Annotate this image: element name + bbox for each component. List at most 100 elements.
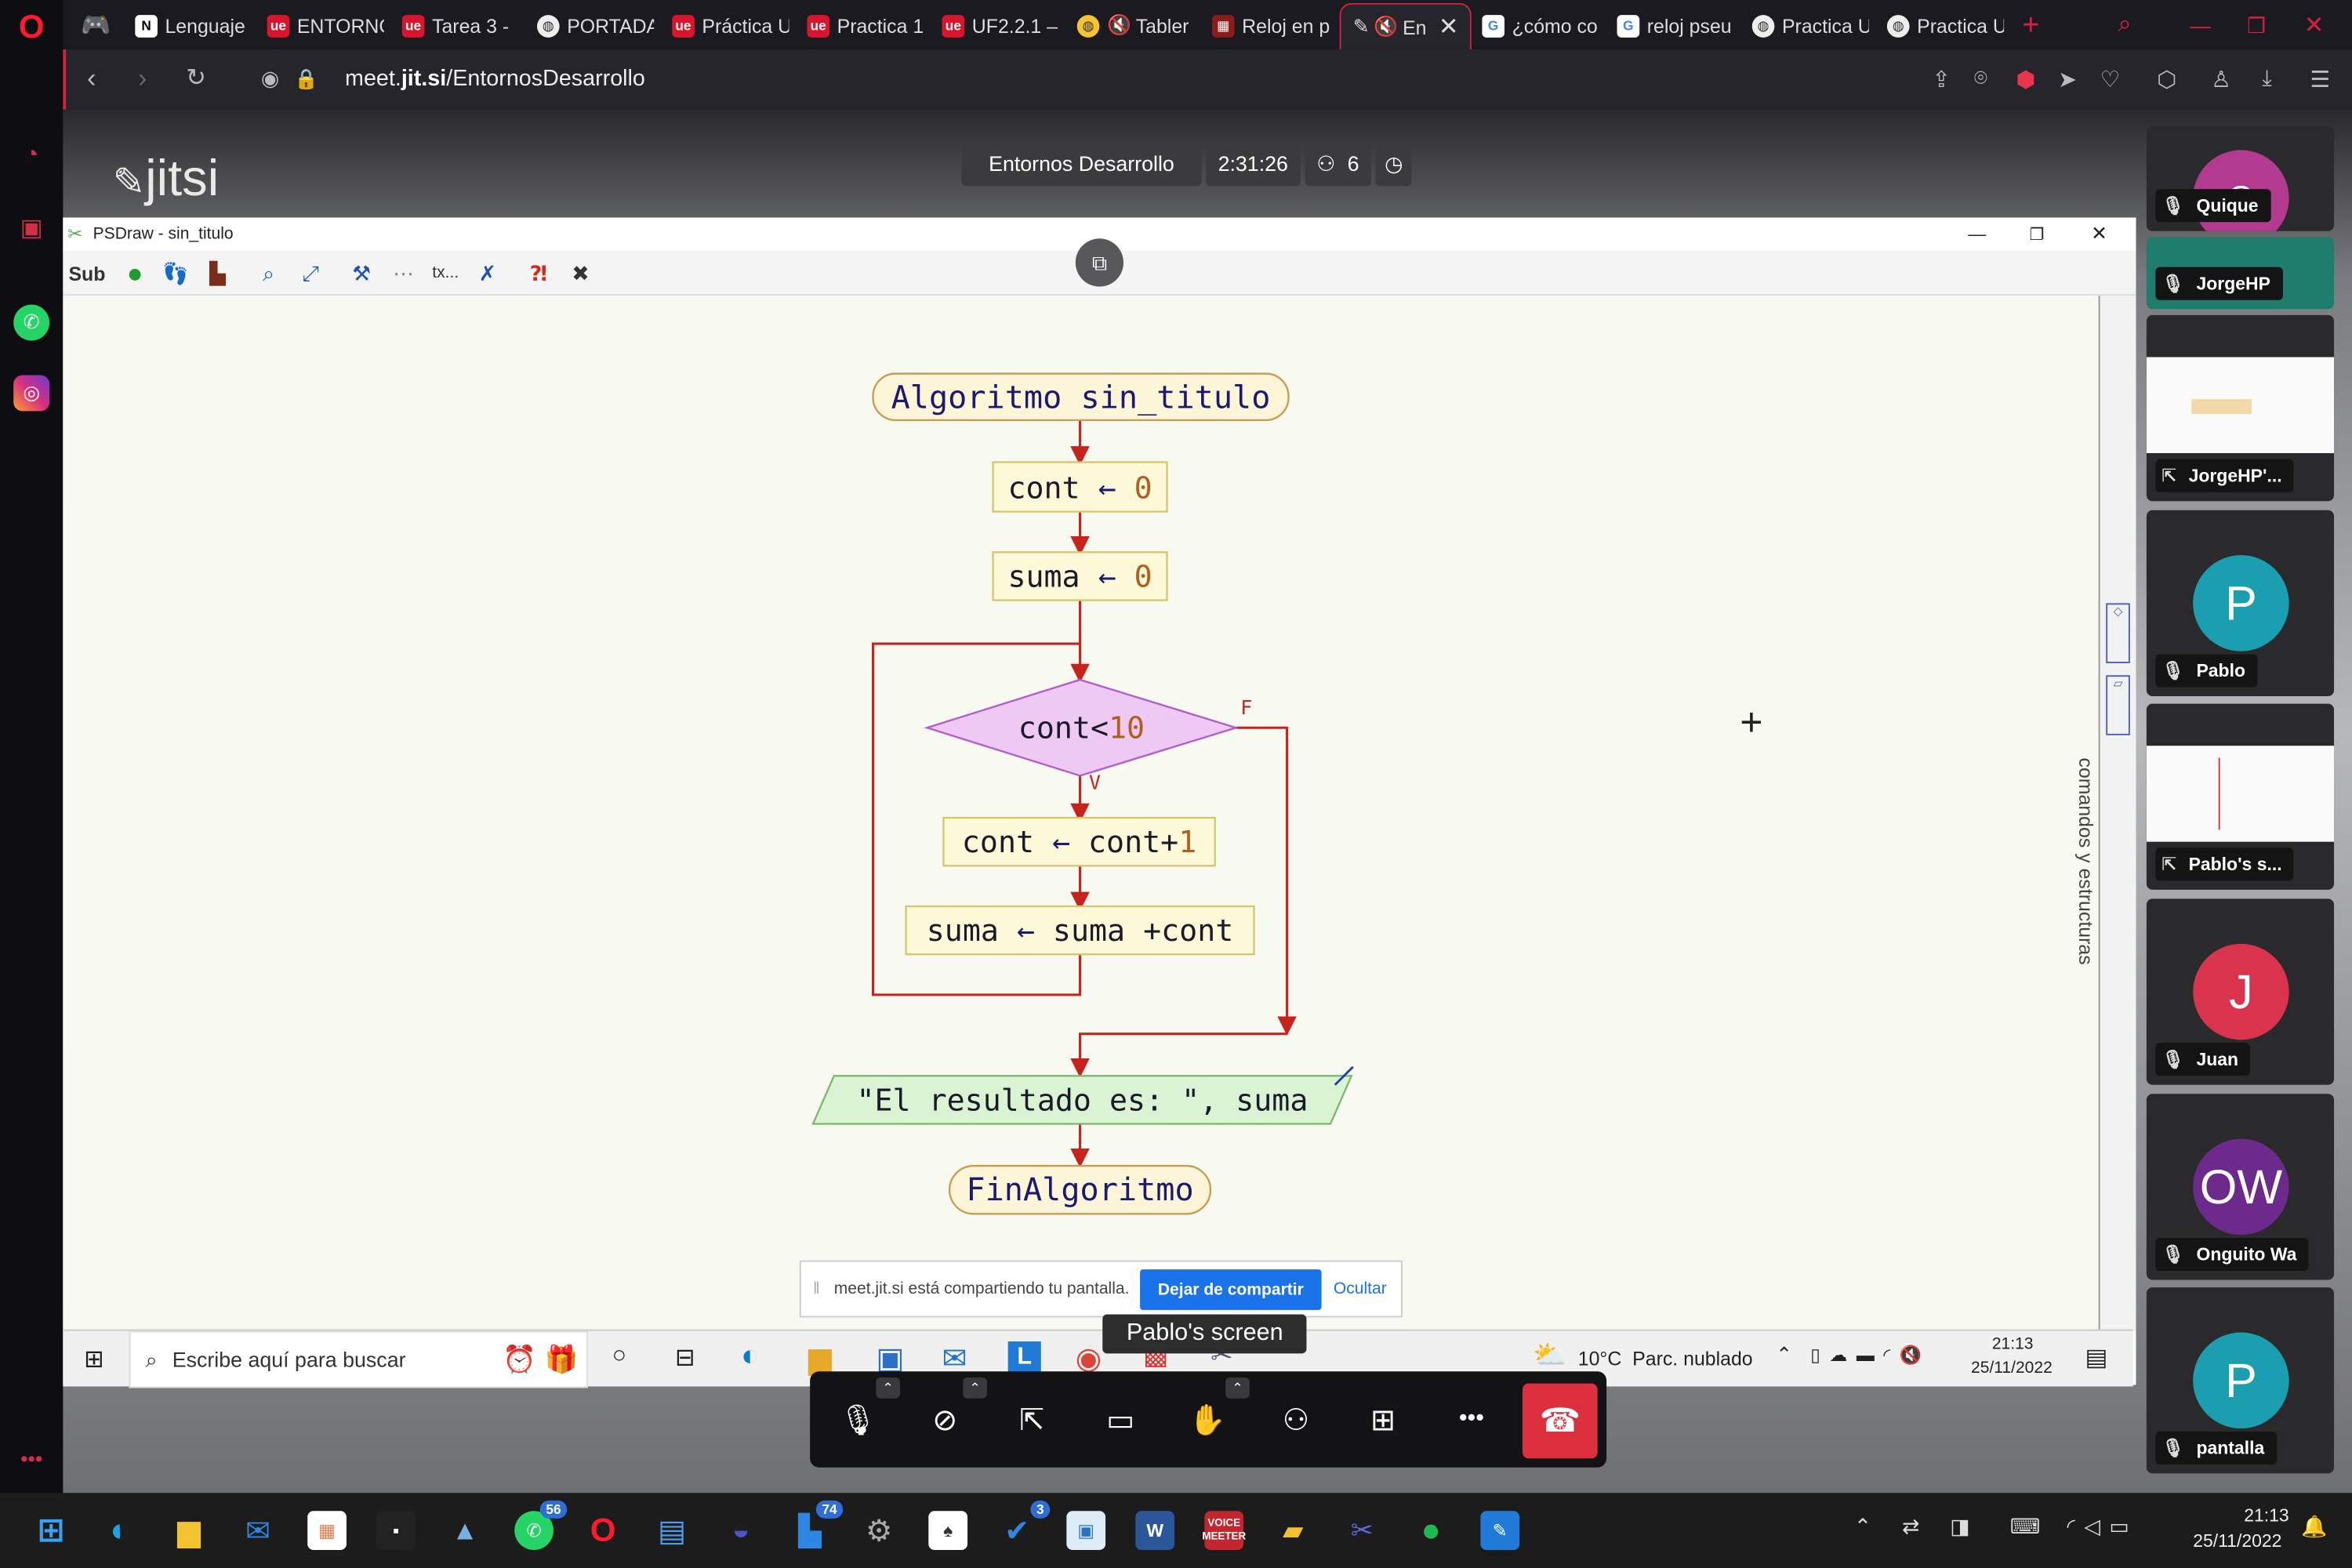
lock-icon[interactable]: 🔒 (294, 67, 318, 92)
sub-tool[interactable]: Sub (67, 256, 107, 289)
whatsapp-icon[interactable]: ✆ (13, 304, 50, 341)
windows-start-icon[interactable]: ⊞ (84, 1345, 104, 1374)
psdraw-icon[interactable]: ✂ (1342, 1511, 1381, 1550)
tray-chevron-icon[interactable]: ⌃ (1854, 1514, 1871, 1540)
photos-icon[interactable]: ▲ (445, 1511, 485, 1550)
tab-12[interactable]: ◍ Practica U (1751, 6, 1869, 45)
restore-icon[interactable]: ❐ (2247, 6, 2266, 45)
tab-6[interactable]: ue UF2.2.1 – (942, 6, 1059, 45)
tab-0[interactable]: N Lenguaje (135, 6, 252, 45)
close-window-icon[interactable]: ✕ (2304, 6, 2325, 45)
teams-icon[interactable]: ▙ 74 (790, 1500, 844, 1550)
stop-sharing-button[interactable]: Dejar de compartir (1140, 1269, 1322, 1310)
vpn-icon[interactable]: ◉ (261, 66, 279, 92)
tab-gx-icon[interactable]: 🎮 (81, 6, 111, 45)
mute-mic-icon[interactable]: 🎙 (837, 1399, 880, 1441)
fit-icon[interactable]: ⤢ (294, 256, 327, 289)
reload-icon[interactable]: ↻ (186, 63, 206, 93)
taskbar-search[interactable]: ⌕ Escribe aquí para buscar ⏰ 🎁 (129, 1330, 588, 1388)
commands-panel[interactable]: ◇ ▱ (2098, 296, 2136, 1331)
reactions-options-icon[interactable]: ⌃ (1225, 1377, 1250, 1399)
pseint-icon[interactable]: ▰ (1273, 1511, 1312, 1550)
url-field[interactable]: meet.jit.si/EntornosDesarrollo (345, 66, 645, 92)
io-mini-icon[interactable]: ▱ (2106, 675, 2130, 735)
instagram-icon[interactable]: ◎ (13, 375, 50, 412)
send-icon[interactable]: ➤ (2058, 66, 2077, 93)
folder-icon[interactable]: ▆ (169, 1511, 209, 1550)
participant-tile[interactable]: 🎙 JorgeHP (2146, 237, 2335, 310)
eclipse-icon[interactable]: ◒ (721, 1511, 760, 1550)
settings-icon[interactable]: ⚙ (859, 1511, 898, 1550)
network-volume-battery-icons[interactable]: ◜◁▭ (2067, 1514, 2138, 1540)
keyboard-icon[interactable]: ⌨ (2010, 1514, 2041, 1540)
notifications-icon[interactable]: ▤ (2085, 1343, 2107, 1373)
speed-dial-icon[interactable]: ◔ (13, 138, 49, 174)
tile-view-icon[interactable]: ⊞ (1362, 1399, 1404, 1441)
participants-indicator[interactable]: ⚇ 6 (1305, 140, 1371, 187)
help-icon[interactable]: ⁈ (522, 256, 555, 289)
edge-icon[interactable]: ◐ (100, 1511, 140, 1550)
tab-5[interactable]: ue Practica 1 (807, 6, 924, 45)
adblock-icon[interactable]: ⬢ (2016, 66, 2035, 93)
notepad-icon[interactable]: ▤ (652, 1511, 691, 1550)
comment-icon[interactable]: ⋯ (387, 256, 420, 289)
forward-icon[interactable]: › (138, 63, 147, 94)
account-icon[interactable]: ♙ (2211, 66, 2231, 93)
hangup-button[interactable]: ☎ (1522, 1383, 1598, 1459)
tab-10[interactable]: G ¿cómo co (1482, 6, 1599, 45)
heart-icon[interactable]: ♡ (2100, 66, 2121, 93)
task-view-icon[interactable]: ⊟ (675, 1343, 695, 1373)
tab-11[interactable]: Greloj pseu (1617, 6, 1733, 45)
tab-8[interactable]: ▦ Reloj en p (1211, 6, 1332, 45)
tray-icons[interactable]: ▯☁▬◜🔇 (1810, 1345, 1930, 1366)
audio-options-icon[interactable]: ⌃ (876, 1377, 900, 1399)
notification-bell-icon[interactable]: 🔔 (2301, 1514, 2327, 1540)
remote-icon[interactable]: ▣ (1066, 1511, 1106, 1551)
connection-indicator[interactable]: ◷ (1375, 140, 1412, 187)
more-icon[interactable]: ••• (13, 1440, 49, 1476)
tab-2[interactable]: ue Tarea 3 - (401, 6, 519, 45)
switch-view-icon[interactable]: ⧉ (1075, 238, 1124, 287)
more-actions-icon[interactable]: ••• (1450, 1399, 1493, 1441)
new-tab-icon[interactable]: + (2022, 6, 2039, 45)
participant-tile[interactable]: Q 🎙Quique (2146, 125, 2335, 231)
tab-9-active[interactable]: ✎ 🔇 En ✕ (1339, 2, 1472, 50)
participant-tile[interactable]: OW 🎙 Onguito Wa (2146, 1094, 2335, 1280)
tab-13[interactable]: ◍ Practica U (1886, 6, 2004, 45)
participant-tile[interactable]: ⇱ Pablo's s... (2146, 703, 2335, 890)
run-icon[interactable]: ● (118, 256, 151, 289)
ps-restore-icon[interactable]: ❐ (2030, 224, 2045, 244)
flowchart-icon[interactable]: ⚒ (345, 256, 378, 289)
search-tabs-icon[interactable]: ⌕ (2118, 6, 2132, 45)
close-tab-icon[interactable]: ✕ (1439, 12, 1459, 42)
camera-icon[interactable]: ⌾ (1974, 66, 1987, 92)
minimize-icon[interactable]: — (2190, 6, 2211, 45)
decision-mini-icon[interactable]: ◇ (2106, 603, 2130, 663)
cube-icon[interactable]: ⬡ (2157, 66, 2176, 93)
close-tool-icon[interactable]: ✖ (564, 256, 597, 289)
tools-icon[interactable]: ✗ (471, 256, 504, 289)
cortana-icon[interactable]: ○ (612, 1343, 627, 1370)
weather-text[interactable]: 10°C Parc. nublado (1578, 1348, 1753, 1370)
ps-close-icon[interactable]: ✕ (2091, 222, 2107, 246)
opera-logo-icon[interactable]: O (13, 8, 49, 45)
tray-settings-icon[interactable]: ⇄ (1902, 1514, 1919, 1540)
word-icon[interactable]: W (1135, 1511, 1175, 1551)
app-icon[interactable]: ▪ (376, 1511, 416, 1551)
tab-4[interactable]: ue Práctica U (672, 6, 789, 45)
tab-1[interactable]: ue ENTORNC (267, 6, 384, 45)
windows-start-icon[interactable]: ⊞ (31, 1511, 71, 1550)
ps-minimize-icon[interactable]: — (1968, 223, 1986, 245)
camera-off-icon[interactable]: ⊘ (924, 1399, 967, 1441)
video-options-icon[interactable]: ⌃ (963, 1377, 987, 1399)
participant-tile[interactable]: J 🎙 Juan (2146, 898, 2335, 1085)
mail-icon[interactable]: ✉ (238, 1511, 278, 1550)
solitaire-icon[interactable]: ♠ (928, 1511, 968, 1551)
voicemeeter-icon[interactable]: VOICE MEETER (1202, 1511, 1246, 1551)
workspaces-icon[interactable]: ▣ (13, 210, 49, 246)
app-l-icon[interactable]: L (1007, 1341, 1041, 1375)
store-icon[interactable]: ▦ (307, 1511, 347, 1551)
download-icon[interactable]: ⤓ (2262, 66, 2272, 92)
paint-icon[interactable]: ✎ (1480, 1511, 1520, 1551)
opera-icon[interactable]: O (583, 1511, 622, 1550)
